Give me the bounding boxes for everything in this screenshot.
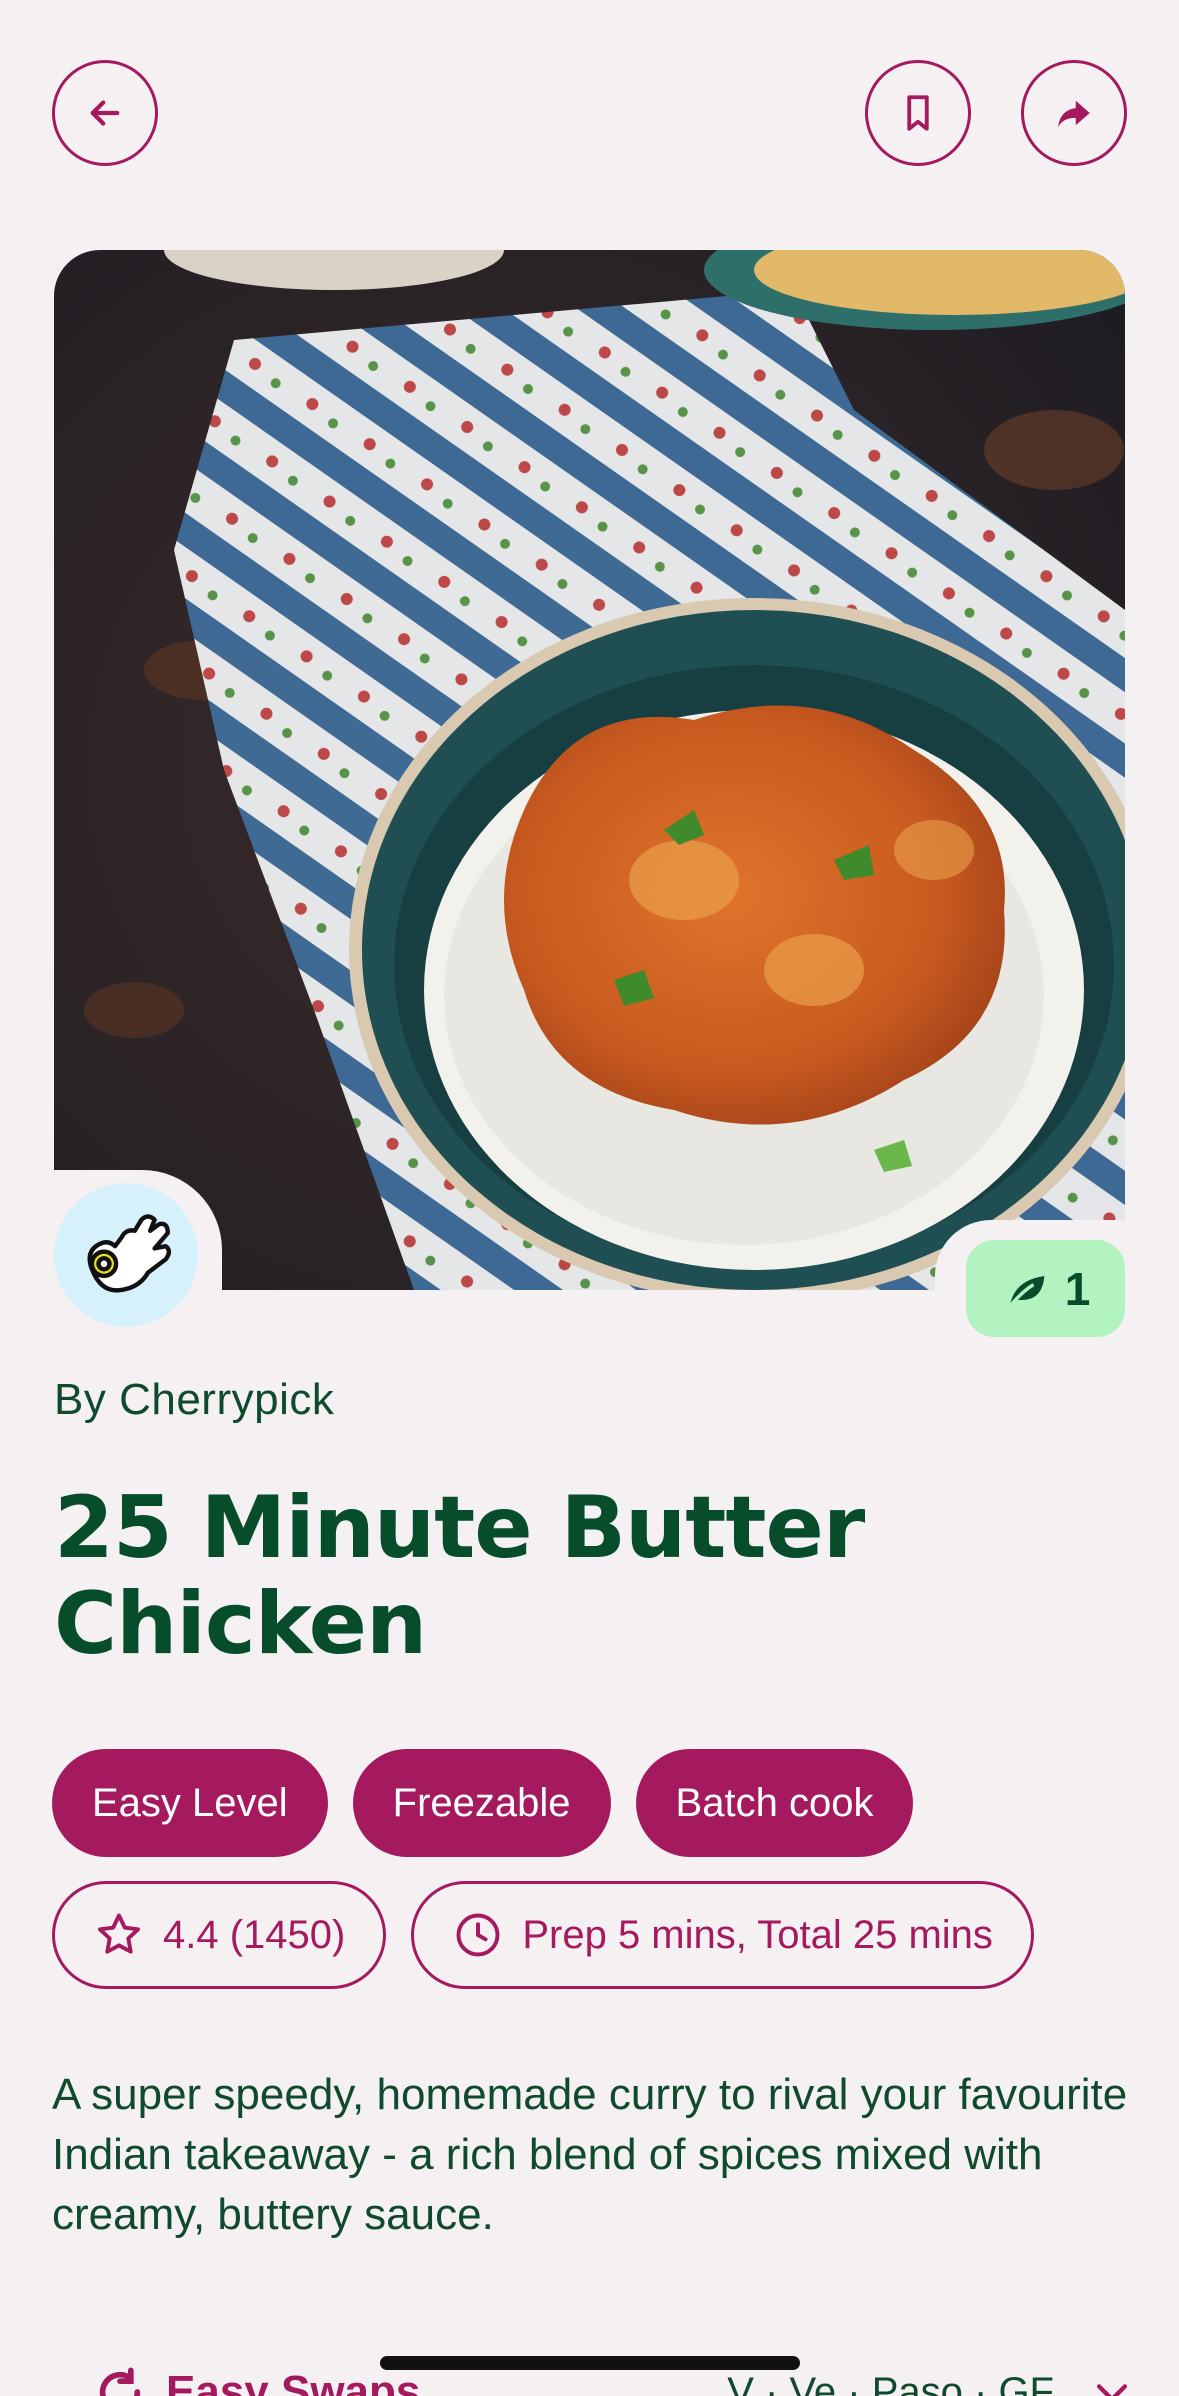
time-pill[interactable]: Prep 5 mins, Total 25 mins [411,1881,1034,1989]
home-indicator[interactable] [380,2356,800,2370]
tag-easy-level[interactable]: Easy Level [52,1749,328,1857]
tag-batch-cook[interactable]: Batch cook [635,1749,914,1857]
leaf-icon [1008,1275,1045,1307]
rating-text: 4.4 (1450) [163,1912,346,1957]
diet-labels: V · Ve · Paso · GF [727,2369,1054,2396]
share-button[interactable] [1021,60,1127,166]
clock-icon [456,1913,500,1957]
bookmark-icon [907,95,929,131]
refresh-icon [99,2367,141,2396]
recipe-page: 1 By Cherrypick 25 Minute Butter Chicken… [0,0,1179,2396]
bookmark-button[interactable] [865,60,971,166]
recipe-title: 25 Minute Butter Chicken [54,1478,865,1674]
easy-swaps-label: Easy Swaps [166,2367,421,2396]
star-icon [97,1913,141,1954]
arrow-left-icon [90,100,120,126]
back-button[interactable] [52,60,158,166]
ok-hand-logo-icon [87,1214,172,1293]
author-avatar[interactable] [54,1183,198,1327]
rating-pill[interactable]: 4.4 (1450) [52,1881,387,1989]
recipe-description: A super speedy, homemade curry to rival … [52,2070,1128,2239]
chevron-down-icon [1096,2384,1128,2396]
recipe-photo [54,250,1125,1290]
time-text: Prep 5 mins, Total 25 mins [522,1912,993,1957]
eco-score-badge[interactable]: 1 [966,1240,1125,1337]
recipe-tags: Easy Level Freezable Batch cook [52,1749,914,1857]
tag-freezable[interactable]: Freezable [352,1749,611,1857]
eco-score-value: 1 [1064,1262,1091,1315]
share-arrow-icon [1058,100,1090,127]
recipe-meta: 4.4 (1450) Prep 5 mins, Total 25 mins [52,1881,1034,1989]
recipe-author[interactable]: By Cherrypick [54,1375,334,1425]
